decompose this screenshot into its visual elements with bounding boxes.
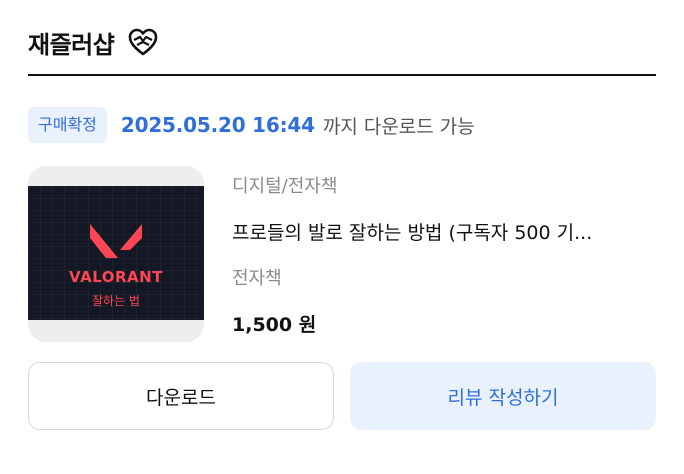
product-type: 전자책 [232, 268, 282, 289]
write-review-button[interactable]: 리뷰 작성하기 [350, 362, 656, 430]
download-deadline: 2025.05.20 16:44 [120, 113, 315, 137]
product-thumbnail[interactable]: VALORANT 잘하는 법 [28, 166, 204, 342]
shop-header: 재즐러샵 [28, 22, 656, 62]
heart-icon[interactable] [128, 27, 158, 57]
download-button[interactable]: 다운로드 [28, 362, 334, 430]
write-review-button-label: 리뷰 작성하기 [447, 386, 559, 409]
product-category: 디지털/전자책 [232, 176, 338, 197]
product-price: 1,500 원 [232, 314, 317, 336]
thumbnail-subtitle: 잘하는 법 [92, 294, 140, 308]
thumbnail-cover: VALORANT 잘하는 법 [28, 186, 204, 320]
status-badge: 구매확정 [28, 107, 107, 143]
shop-name[interactable]: 재즐러샵 [28, 25, 115, 60]
order-status-row: 구매확정 2025.05.20 16:44 까지 다운로드 가능 [28, 106, 475, 144]
download-deadline-text: 까지 다운로드 가능 [322, 115, 475, 138]
product-card[interactable]: VALORANT 잘하는 법 디지털/전자책 프로들의 발로 잘하는 방법 (구… [28, 166, 656, 342]
thumbnail-logo-text: VALORANT [69, 268, 163, 286]
heart-icon-graphic [129, 28, 158, 56]
download-button-label: 다운로드 [146, 386, 216, 409]
product-title[interactable]: 프로들의 발로 잘하는 방법 (구독자 500 기... [232, 218, 656, 245]
header-divider [28, 74, 656, 76]
valorant-logo-icon [90, 224, 142, 258]
